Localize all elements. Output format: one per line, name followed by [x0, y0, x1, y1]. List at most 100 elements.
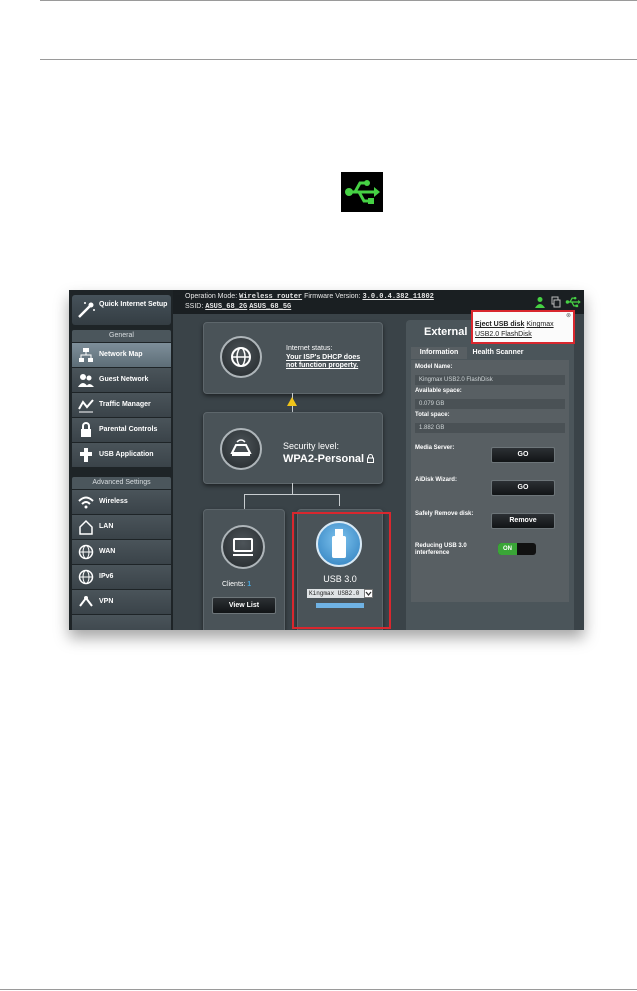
ssid-line: SSID: ASUS_68_2G ASUS_68_5G — [185, 303, 291, 311]
connector-line — [244, 494, 339, 495]
media-server-label: Media Server: — [415, 445, 455, 451]
sidebar-item-label: Network Map — [99, 351, 143, 358]
ipv6-icon — [78, 569, 94, 585]
clients-card[interactable]: Clients: 1 View List — [203, 509, 285, 630]
magic-wand-icon — [78, 302, 95, 318]
sidebar-item-label: IPv6 — [99, 573, 114, 580]
tab-information[interactable]: Information — [411, 347, 467, 359]
sidebar-item-guest-network[interactable]: Guest Network — [72, 368, 171, 392]
copy-status-icon[interactable] — [551, 296, 561, 308]
toggle-on-label: ON — [498, 543, 517, 555]
vpn-icon — [79, 596, 93, 607]
router-card[interactable]: Security level: WPA2-Personal — [203, 412, 383, 484]
lan-icon — [79, 519, 93, 535]
globe-circle — [220, 336, 262, 378]
sidebar: Quick Internet Setup General Network Map… — [69, 290, 173, 630]
model-name-value: Kingmax USB2.0 FlashDisk — [415, 375, 565, 385]
traffic-manager-icon — [78, 399, 94, 413]
footer-rule — [0, 989, 637, 990]
usb-status-icon[interactable] — [565, 296, 581, 308]
sidebar-item-label: WAN — [99, 548, 116, 555]
globe-icon — [231, 347, 251, 367]
available-space-label: Available space: — [415, 388, 462, 394]
internet-status-label: Internet status: — [286, 345, 333, 352]
total-space-value: 1.882 GB — [415, 423, 565, 433]
eject-popup: ⊗ Eject USB disk Kingmax USB2.0 FlashDis… — [471, 310, 575, 344]
router-icon — [230, 439, 252, 456]
ssid-2g-link[interactable]: ASUS_68_2G — [205, 303, 247, 311]
ssid-5g-link[interactable]: ASUS_68_5G — [249, 303, 291, 311]
router-ui-screenshot: Quick Internet Setup General Network Map… — [69, 290, 584, 630]
sidebar-item-wan[interactable]: WAN — [72, 540, 171, 564]
sidebar-item-network-map[interactable]: Network Map — [72, 343, 171, 367]
sidebar-item-ipv6[interactable]: IPv6 — [72, 565, 171, 589]
monitor-icon — [233, 538, 253, 556]
lock-icon — [367, 454, 374, 463]
available-space-value: 0.079 GB — [415, 399, 565, 409]
sidebar-item-label: Guest Network — [99, 376, 149, 383]
connector-line — [339, 494, 340, 506]
sidebar-item-parental-controls[interactable]: Parental Controls — [72, 418, 171, 442]
top-rule — [40, 0, 637, 1]
sidebar-item-label: VPN — [99, 598, 114, 605]
reducing-interference-label: Reducing USB 3.0 interference — [415, 543, 467, 556]
ssid-label: SSID: — [185, 303, 204, 310]
internet-card[interactable]: Internet status: Your ISP's DHCP does no… — [203, 322, 383, 394]
information-tab-body: Model Name: Kingmax USB2.0 FlashDisk Ava… — [411, 360, 569, 602]
sidebar-item-wireless[interactable]: Wireless — [72, 490, 171, 514]
header-rule — [40, 59, 637, 60]
sidebar-item-label: Traffic Manager — [99, 401, 151, 408]
clients-status-icon[interactable] — [535, 296, 545, 308]
general-header: General — [72, 330, 171, 342]
internet-status-link[interactable]: Your ISP's DHCP does not function proper… — [286, 354, 372, 370]
tab-health-scanner[interactable]: Health Scanner — [467, 347, 529, 359]
security-level-label: Security level: — [283, 441, 340, 451]
clients-circle — [221, 525, 265, 569]
wireless-icon — [78, 496, 94, 509]
sidebar-item-partial[interactable] — [72, 615, 171, 630]
close-icon[interactable]: ⊗ — [566, 312, 571, 319]
interference-toggle[interactable]: ON — [498, 543, 536, 555]
usb-icon — [341, 172, 383, 212]
sidebar-item-label: LAN — [99, 523, 114, 530]
firmware-label: Firmware Version: — [304, 293, 361, 300]
remove-button[interactable]: Remove — [491, 513, 555, 529]
sidebar-item-label: USB Application — [99, 451, 154, 458]
quick-internet-setup-label: Quick Internet Setup — [99, 301, 168, 308]
model-name-label: Model Name: — [415, 364, 453, 370]
clients-label: Clients: — [222, 581, 246, 588]
advanced-settings-header: Advanced Settings — [72, 477, 171, 489]
usb-application-icon — [80, 448, 92, 462]
guest-network-icon — [78, 374, 94, 387]
sidebar-item-lan[interactable]: LAN — [72, 515, 171, 539]
view-list-button[interactable]: View List — [212, 597, 276, 614]
total-space-label: Total space: — [415, 412, 450, 418]
security-level-value: WPA2-Personal — [283, 453, 365, 465]
warning-icon — [287, 397, 297, 406]
operation-mode-label: Operation Mode: — [185, 293, 238, 300]
sidebar-item-label: Parental Controls — [99, 426, 158, 433]
sidebar-item-vpn[interactable]: VPN — [72, 590, 171, 614]
aidisk-go-button[interactable]: GO — [491, 480, 555, 496]
device-name-line1: Kingmax — [526, 321, 554, 328]
connector-line — [244, 494, 245, 509]
operation-mode-link[interactable]: Wireless router — [239, 293, 302, 301]
aidisk-wizard-label: AiDisk Wizard: — [415, 477, 457, 483]
eject-line: Eject USB disk Kingmax — [475, 321, 554, 328]
parental-controls-icon — [81, 422, 91, 437]
wan-icon — [78, 544, 94, 560]
external-device-panel: External Information Health Scanner Mode… — [406, 320, 574, 630]
device-name-line2: USB2.0 FlashDisk — [475, 331, 532, 338]
media-server-go-button[interactable]: GO — [491, 447, 555, 463]
usb-highlight-box — [292, 512, 391, 629]
router-circle — [220, 428, 262, 470]
sidebar-item-usb-application[interactable]: USB Application — [72, 443, 171, 467]
clients-count[interactable]: 1 — [247, 581, 251, 588]
firmware-link[interactable]: 3.0.0.4.382_11802 — [362, 293, 433, 301]
eject-usb-disk-link[interactable]: Eject USB disk — [475, 321, 524, 328]
safely-remove-label: Safely Remove disk: — [415, 511, 474, 517]
sidebar-item-traffic-manager[interactable]: Traffic Manager — [72, 393, 171, 417]
operation-mode-line: Operation Mode: Wireless router Firmware… — [185, 293, 434, 301]
sidebar-item-label: Wireless — [99, 498, 128, 505]
quick-internet-setup-button[interactable]: Quick Internet Setup — [72, 295, 171, 325]
